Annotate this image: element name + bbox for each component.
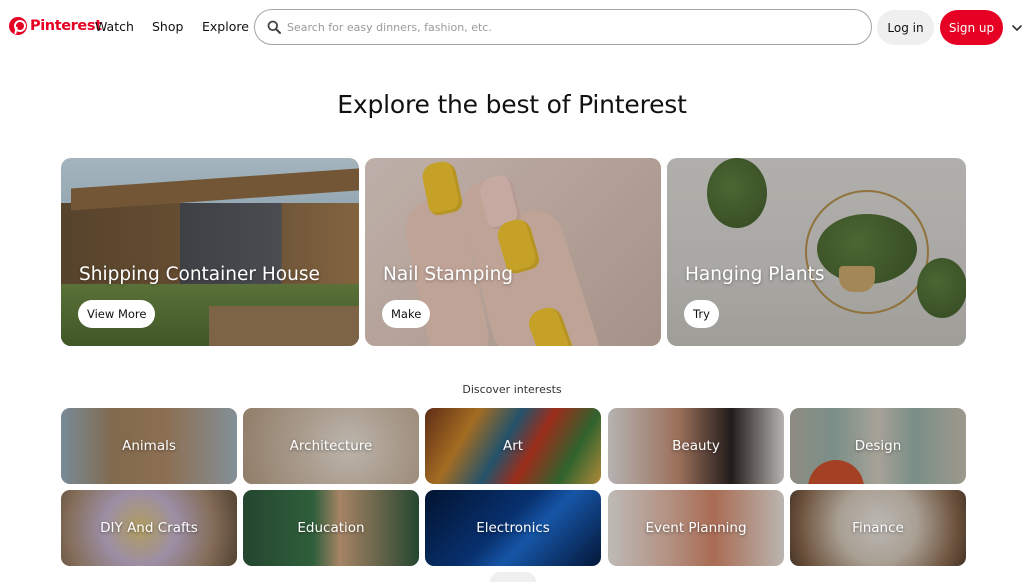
feature-card-title: Hanging Plants bbox=[685, 264, 825, 285]
feature-card-nail-stamping[interactable]: Nail Stamping Make bbox=[365, 158, 661, 346]
show-more-button[interactable] bbox=[490, 572, 536, 582]
search-icon bbox=[267, 20, 281, 34]
chevron-down-icon[interactable] bbox=[1010, 20, 1024, 34]
interest-tile-design[interactable]: Design bbox=[790, 408, 966, 484]
interest-tile-beauty[interactable]: Beauty bbox=[608, 408, 784, 484]
top-navbar: Pinterest Watch Shop Explore Log in Sign… bbox=[0, 0, 1024, 56]
pinterest-logo[interactable]: Pinterest bbox=[9, 17, 102, 35]
logo-text: Pinterest bbox=[30, 18, 102, 34]
interest-tile-event-planning[interactable]: Event Planning bbox=[608, 490, 784, 566]
interest-tile-label: Event Planning bbox=[645, 520, 747, 536]
interest-tile-label: Education bbox=[297, 520, 365, 536]
feature-card-shipping-container-house[interactable]: Shipping Container House View More bbox=[61, 158, 359, 346]
nav-explore[interactable]: Explore bbox=[202, 19, 249, 34]
interest-tile-art[interactable]: Art bbox=[425, 408, 601, 484]
interest-tile-label: Beauty bbox=[672, 438, 720, 454]
interest-tile-label: DIY And Crafts bbox=[100, 520, 198, 536]
interest-tile-architecture[interactable]: Architecture bbox=[243, 408, 419, 484]
nav-watch[interactable]: Watch bbox=[95, 19, 134, 34]
interest-tile-label: Design bbox=[854, 438, 902, 454]
page-title: Explore the best of Pinterest bbox=[337, 90, 687, 119]
interest-tile-finance[interactable]: Finance bbox=[790, 490, 966, 566]
interest-tile-label: Animals bbox=[122, 438, 176, 454]
discover-interests-heading: Discover interests bbox=[462, 383, 562, 396]
interest-tile-label: Finance bbox=[852, 520, 904, 536]
signup-button[interactable]: Sign up bbox=[940, 10, 1003, 45]
make-button[interactable]: Make bbox=[382, 300, 431, 328]
interest-tile-animals[interactable]: Animals bbox=[61, 408, 237, 484]
interest-tile-education[interactable]: Education bbox=[243, 490, 419, 566]
view-more-button[interactable]: View More bbox=[78, 300, 156, 328]
feature-card-title: Nail Stamping bbox=[383, 264, 514, 285]
interest-tile-diy-and-crafts[interactable]: DIY And Crafts bbox=[61, 490, 237, 566]
nav-shop[interactable]: Shop bbox=[152, 19, 183, 34]
interest-tile-label: Electronics bbox=[476, 520, 550, 536]
interest-tile-label: Art bbox=[502, 438, 524, 454]
interest-tile-electronics[interactable]: Electronics bbox=[425, 490, 601, 566]
login-button[interactable]: Log in bbox=[877, 10, 934, 45]
feature-card-hanging-plants[interactable]: Hanging Plants Try bbox=[667, 158, 966, 346]
search-bar[interactable] bbox=[254, 9, 872, 45]
interest-tile-label: Architecture bbox=[289, 438, 373, 454]
pinterest-logo-icon bbox=[9, 17, 27, 35]
try-button[interactable]: Try bbox=[684, 300, 719, 328]
feature-card-title: Shipping Container House bbox=[79, 264, 320, 285]
search-input[interactable] bbox=[287, 20, 847, 34]
